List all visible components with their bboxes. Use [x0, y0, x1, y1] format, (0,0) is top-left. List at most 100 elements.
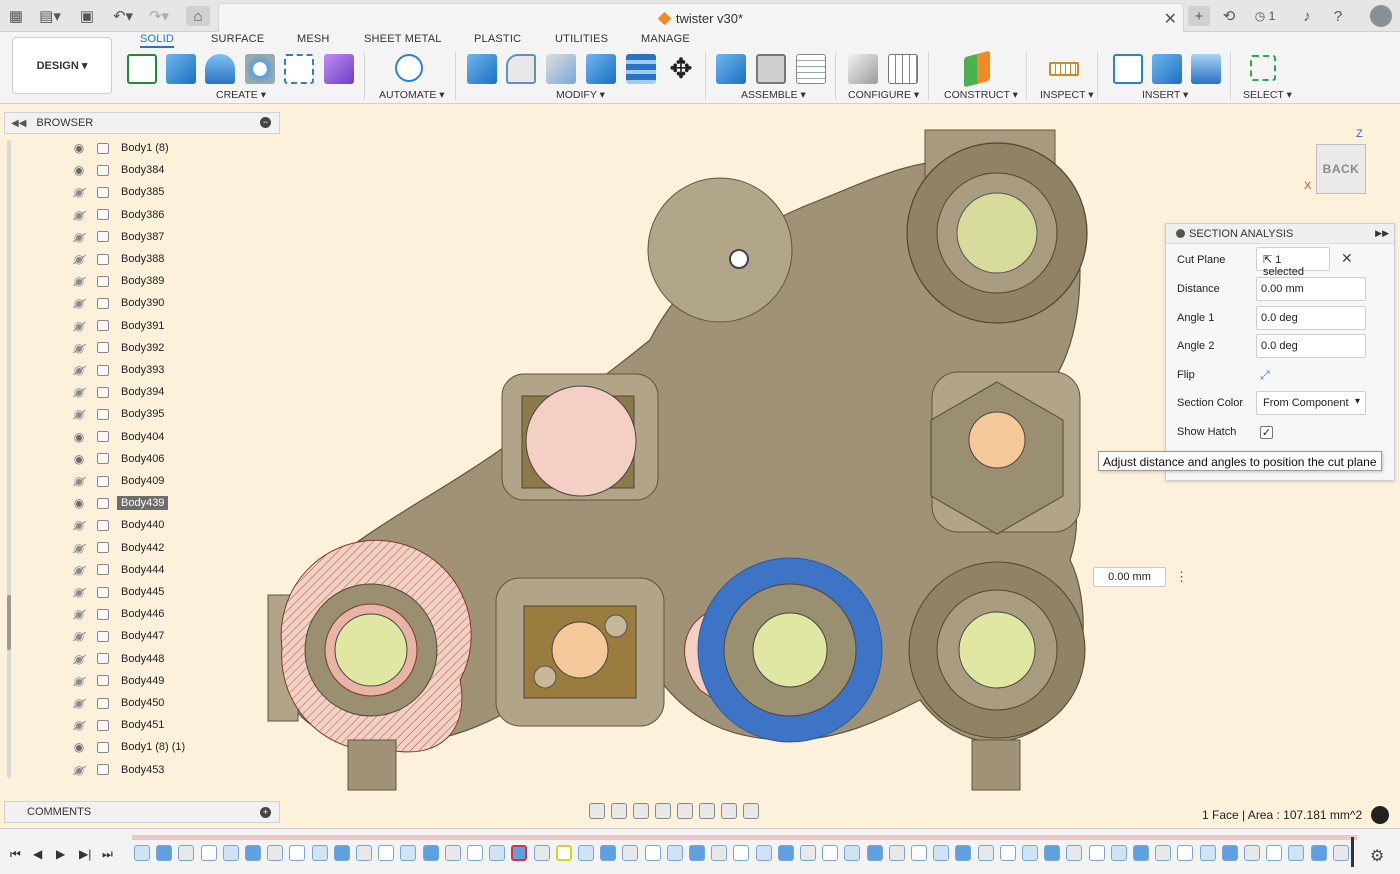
tab-mesh[interactable]: MESH: [297, 33, 330, 45]
browser-item[interactable]: ◉ Body440: [70, 514, 270, 536]
visibility-eye-icon[interactable]: ◉: [70, 231, 88, 243]
timeline-feature-icon[interactable]: [1310, 845, 1327, 861]
shell-icon[interactable]: [546, 54, 576, 84]
timeline-feature-icon[interactable]: [1244, 845, 1260, 861]
timeline-feature-icon[interactable]: [178, 845, 195, 861]
browser-item[interactable]: ◉ Body439: [70, 492, 270, 514]
timeline-feature-icon[interactable]: [999, 845, 1016, 861]
browser-item-label[interactable]: Body451: [117, 718, 168, 732]
section-left-upper[interactable]: [525, 385, 637, 497]
browser-item[interactable]: ◉ Body442: [70, 537, 270, 559]
browser-item[interactable]: ◉ Body450: [70, 692, 270, 714]
browser-item[interactable]: ◉ Body447: [70, 625, 270, 647]
measure-icon[interactable]: [1049, 62, 1079, 76]
browser-item[interactable]: ◉ Body384: [70, 159, 270, 181]
timeline-feature-icon[interactable]: [1088, 845, 1105, 861]
status-icon[interactable]: [1371, 806, 1389, 824]
display-settings-icon[interactable]: [699, 803, 715, 819]
boss-bottom-right[interactable]: [908, 561, 1086, 739]
browser-item-label[interactable]: Body1 (8) (1): [117, 740, 189, 754]
assemble-menu[interactable]: ASSEMBLE ▾: [741, 89, 806, 101]
browser-item[interactable]: ◉ Body386: [70, 204, 270, 226]
section-motor-shaft[interactable]: [551, 621, 609, 679]
new-component-icon[interactable]: [716, 54, 746, 84]
distance-field[interactable]: 0.00 mm: [1256, 277, 1366, 301]
model-body[interactable]: [275, 159, 1084, 746]
visibility-eye-icon[interactable]: ◉: [70, 519, 88, 531]
zoom-icon[interactable]: [655, 803, 671, 819]
browser-item[interactable]: ◉ Body406: [70, 448, 270, 470]
app-grid-icon[interactable]: ▦: [8, 6, 24, 26]
tab-manage[interactable]: MANAGE: [641, 33, 690, 45]
viewports-icon[interactable]: [743, 803, 759, 819]
visibility-eye-icon[interactable]: ◉: [70, 586, 88, 598]
sync-icon[interactable]: ⟲: [1220, 6, 1238, 26]
visibility-eye-icon[interactable]: ◉: [70, 653, 88, 665]
browser-item-label[interactable]: Body444: [117, 563, 168, 577]
timeline-feature-icon[interactable]: [600, 845, 617, 861]
visibility-eye-icon[interactable]: ◉: [70, 386, 88, 398]
close-tab-icon[interactable]: ✕: [1164, 9, 1177, 29]
clear-selection-icon[interactable]: ✕: [1341, 250, 1353, 267]
collapse-panel-icon[interactable]: [1176, 229, 1185, 238]
timeline-feature-icon[interactable]: [977, 845, 994, 861]
timeline-feature-icon[interactable]: [400, 845, 417, 861]
browser-item[interactable]: ◉ Body1 (8) (1): [70, 736, 270, 758]
browser-item-label[interactable]: Body439: [117, 496, 169, 511]
timeline-feature-icon[interactable]: [356, 845, 372, 861]
browser-item-label[interactable]: Body409: [117, 474, 168, 488]
construct-menu[interactable]: CONSTRUCT ▾: [944, 89, 1018, 101]
visibility-eye-icon[interactable]: ◉: [70, 475, 88, 487]
timeline-feature-icon[interactable]: [644, 845, 661, 861]
browser-item[interactable]: ◉ Body446: [70, 603, 270, 625]
visibility-eye-icon[interactable]: ◉: [70, 253, 88, 265]
browser-minimize-icon[interactable]: −: [260, 117, 271, 128]
visibility-eye-icon[interactable]: ◉: [70, 630, 88, 642]
model-view[interactable]: [260, 120, 1100, 800]
bill-of-materials-icon[interactable]: [796, 54, 826, 84]
create-form-icon[interactable]: [324, 54, 354, 84]
play-icon[interactable]: ▶: [56, 847, 65, 861]
browser-item-label[interactable]: Body385: [117, 185, 168, 199]
browser-item-label[interactable]: Body445: [117, 585, 168, 599]
insert-derive-icon[interactable]: [1113, 54, 1143, 84]
timeline-feature-icon[interactable]: [888, 845, 905, 861]
timeline-feature-icon[interactable]: [822, 845, 839, 861]
section-bottom-right[interactable]: [958, 611, 1036, 689]
insert-menu[interactable]: INSERT ▾: [1142, 89, 1188, 101]
timeline-feature-icon[interactable]: [1066, 845, 1083, 861]
timeline-feature-icon[interactable]: [378, 845, 395, 861]
browser-item[interactable]: ◉ Body393: [70, 359, 270, 381]
extrude-icon[interactable]: [166, 54, 196, 84]
timeline-feature-icon[interactable]: [311, 845, 328, 861]
cut-plane-selector[interactable]: ⇱ 1 selected: [1256, 247, 1330, 278]
timeline-feature-icon[interactable]: [1266, 845, 1283, 861]
create-sketch-icon[interactable]: [127, 54, 157, 84]
tab-solid[interactable]: SOLID: [140, 33, 175, 48]
tab-surface[interactable]: SURFACE: [211, 33, 264, 45]
grid-settings-icon[interactable]: [721, 803, 737, 819]
timeline-feature-icon[interactable]: [245, 845, 261, 861]
highlighted-face[interactable]: [697, 557, 883, 743]
section-left-shaft[interactable]: [334, 613, 408, 687]
section-top-right[interactable]: [957, 193, 1037, 273]
modify-menu[interactable]: MODIFY ▾: [556, 89, 605, 101]
browser-item[interactable]: ◉ Body1 (8): [70, 137, 270, 159]
configure-menu[interactable]: CONFIGURE ▾: [848, 89, 919, 101]
browser-item[interactable]: ◉ Body388: [70, 248, 270, 270]
file-menu-icon[interactable]: ▤▾: [38, 6, 62, 26]
go-to-start-icon[interactable]: ⏮: [10, 847, 21, 862]
browser-item-label[interactable]: Body389: [117, 274, 168, 288]
timeline-feature-icon[interactable]: [1177, 845, 1194, 861]
automate-menu[interactable]: AUTOMATE ▾: [379, 89, 445, 101]
timeline-feature-icon[interactable]: [689, 845, 705, 861]
scrollbar-thumb[interactable]: [7, 595, 11, 650]
more-options-icon[interactable]: ⋮: [1175, 569, 1188, 585]
timeline-feature-icon[interactable]: [1332, 845, 1349, 861]
visibility-eye-icon[interactable]: ◉: [70, 764, 88, 776]
timeline-feature-icon[interactable]: [955, 845, 972, 861]
browser-item-label[interactable]: Body1 (8): [117, 141, 173, 155]
boss-top-right[interactable]: [906, 142, 1088, 324]
timeline-track[interactable]: [132, 835, 1357, 840]
tab-utilities[interactable]: UTILITIES: [555, 33, 608, 45]
